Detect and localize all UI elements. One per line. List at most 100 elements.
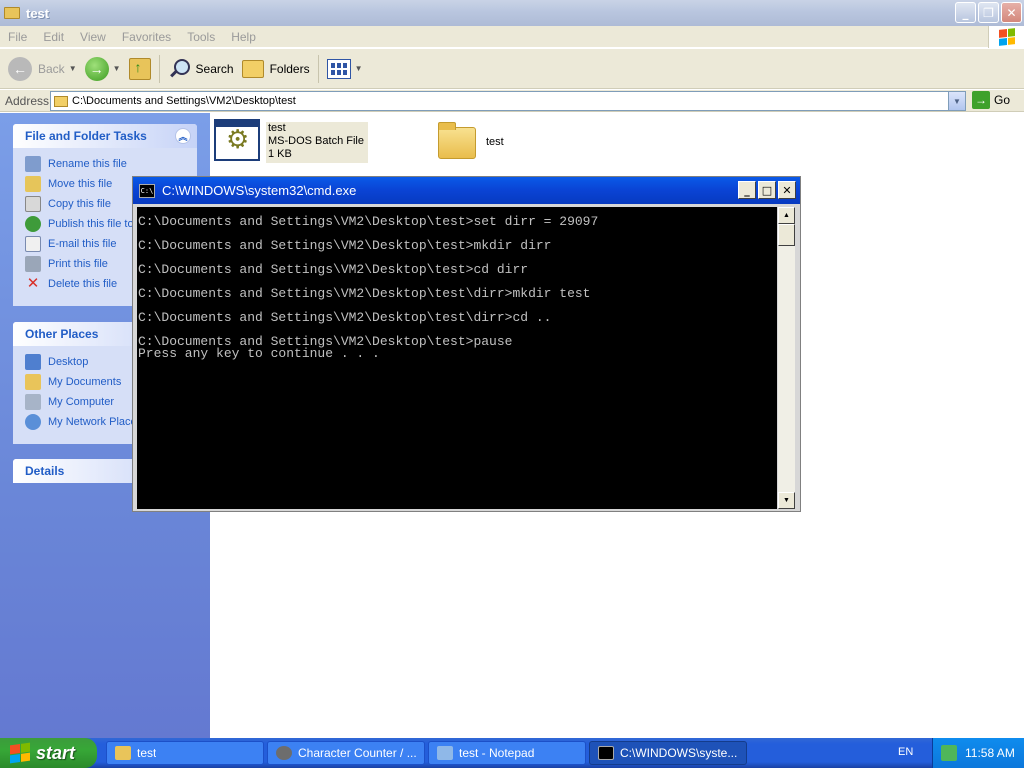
forward-button[interactable]: → ▼ <box>81 51 125 87</box>
window-title: test <box>26 5 50 21</box>
search-button[interactable]: Search <box>164 51 238 87</box>
my-computer-icon <box>25 394 41 410</box>
menu-favorites[interactable]: Favorites <box>122 30 171 44</box>
language-indicator[interactable]: EN <box>898 746 913 758</box>
taskbar-label: Character Counter / ... <box>298 746 417 760</box>
menu-edit[interactable]: Edit <box>43 30 64 44</box>
folder-icon <box>54 95 68 107</box>
menu-file[interactable]: File <box>8 30 27 44</box>
address-input[interactable]: C:\Documents and Settings\VM2\Desktop\te… <box>50 91 966 111</box>
windows-flag-icon <box>10 742 30 764</box>
taskbar: start test Character Counter / ... test … <box>0 738 1024 768</box>
taskbar-label: test - Notepad <box>459 746 535 760</box>
cmd-minimize-button[interactable]: _ <box>738 181 756 199</box>
file-size: 1 KB <box>268 148 292 160</box>
cmd-icon: C:\ <box>139 183 155 198</box>
address-label: Address <box>5 93 50 108</box>
clock: 11:58 AM <box>965 746 1015 760</box>
link-label: Desktop <box>48 356 89 368</box>
chevron-down-icon: ▼ <box>112 64 121 73</box>
up-button[interactable] <box>125 51 155 87</box>
console-line: C:\Documents and Settings\VM2\Desktop\te… <box>138 238 552 253</box>
maximize-button[interactable]: ❐ <box>978 2 999 23</box>
taskbar-button-character-counter[interactable]: Character Counter / ... <box>267 741 425 765</box>
taskbar-label: test <box>137 746 157 760</box>
minimize-button[interactable]: _ <box>955 2 976 23</box>
windows-logo <box>988 26 1024 48</box>
forward-icon: → <box>84 56 109 81</box>
toolbar-separator <box>317 54 319 83</box>
copy-icon <box>25 196 41 212</box>
close-icon: ✕ <box>1006 5 1017 20</box>
taskbar-button-cmd[interactable]: C:\WINDOWS\syste... <box>589 741 747 765</box>
menu-help[interactable]: Help <box>231 30 256 44</box>
taskbar-button-explorer[interactable]: test <box>106 741 264 765</box>
folder-item[interactable]: test <box>438 122 504 159</box>
taskbar-label: C:\WINDOWS\syste... <box>620 746 738 760</box>
address-bar: Address C:\Documents and Settings\VM2\De… <box>0 90 1024 112</box>
print-icon <box>25 256 41 272</box>
chevron-down-icon: ▼ <box>68 64 77 73</box>
go-icon: → <box>972 91 990 109</box>
menu-tools[interactable]: Tools <box>187 30 215 44</box>
file-name: test <box>268 122 286 134</box>
taskbar-button-notepad[interactable]: test - Notepad <box>428 741 586 765</box>
back-label: Back <box>38 61 65 76</box>
scroll-thumb[interactable] <box>778 224 795 246</box>
system-tray: 11:58 AM <box>932 738 1024 768</box>
up-folder-icon <box>128 57 151 80</box>
cmd-close-button[interactable]: ✕ <box>778 181 796 199</box>
back-button[interactable]: ← Back ▼ <box>4 51 81 87</box>
address-value: C:\Documents and Settings\VM2\Desktop\te… <box>72 95 296 107</box>
link-label: Copy this file <box>48 198 111 210</box>
rename-icon <box>25 156 41 172</box>
views-button[interactable]: ▼ <box>323 51 367 87</box>
link-label: My Network Places <box>48 416 143 428</box>
start-label: start <box>36 742 76 763</box>
standard-toolbar: ← Back ▼ → ▼ Search Folders ▼ <box>0 49 1024 89</box>
scroll-up-button[interactable]: ▲ <box>778 207 795 224</box>
tray-icon[interactable] <box>941 745 957 761</box>
scroll-down-button[interactable]: ▼ <box>778 492 795 509</box>
console-output[interactable]: C:\Documents and Settings\VM2\Desktop\te… <box>137 207 777 509</box>
desktop-icon <box>25 354 41 370</box>
link-label: Print this file <box>48 258 108 270</box>
folders-button[interactable]: Folders <box>238 51 314 87</box>
explorer-title-bar[interactable]: test _ ❐ ✕ <box>0 0 1024 26</box>
link-label: Rename this file <box>48 158 127 170</box>
close-button[interactable]: ✕ <box>1001 2 1022 23</box>
panel-title: File and Folder Tasks <box>25 129 147 143</box>
start-button[interactable]: start <box>0 738 97 768</box>
file-folder-tasks-header[interactable]: File and Folder Tasks ︽ <box>13 124 197 148</box>
network-icon <box>25 414 41 430</box>
email-icon <box>25 236 41 252</box>
console-line: C:\Documents and Settings\VM2\Desktop\te… <box>138 310 552 325</box>
folder-name: test <box>486 136 504 148</box>
folders-icon <box>241 59 264 78</box>
views-icon <box>326 58 351 79</box>
go-label: Go <box>994 93 1011 107</box>
folder-icon <box>4 7 20 19</box>
search-label: Search <box>195 61 234 76</box>
cmd-title-bar[interactable]: C:\ C:\WINDOWS\system32\cmd.exe _ □ ✕ <box>133 177 800 204</box>
go-button[interactable]: → Go <box>972 91 1010 109</box>
link-label: E-mail this file <box>48 238 117 250</box>
delete-icon: ✕ <box>26 275 40 292</box>
address-dropdown-button[interactable]: ▼ <box>948 92 965 110</box>
cmd-icon <box>598 746 614 760</box>
console-line: C:\Documents and Settings\VM2\Desktop\te… <box>138 262 529 277</box>
cmd-scrollbar[interactable]: ▲ ▼ <box>778 207 795 509</box>
cmd-maximize-button[interactable]: □ <box>758 181 776 199</box>
menu-bar: File Edit View Favorites Tools Help <box>0 26 1024 48</box>
collapse-icon[interactable]: ︽ <box>175 128 191 144</box>
folder-icon <box>115 746 131 760</box>
minimize-icon: _ <box>744 183 750 197</box>
maximize-icon: □ <box>761 183 773 197</box>
link-label: My Documents <box>48 376 122 388</box>
chevron-down-icon: ▼ <box>354 64 363 73</box>
console-line: Press any key to continue . . . <box>138 346 380 361</box>
panel-title: Other Places <box>25 327 99 341</box>
batch-file-item[interactable]: test MS-DOS Batch File 1 KB <box>214 119 368 163</box>
rename-file-link[interactable]: Rename this file <box>25 154 197 174</box>
menu-view[interactable]: View <box>80 30 106 44</box>
